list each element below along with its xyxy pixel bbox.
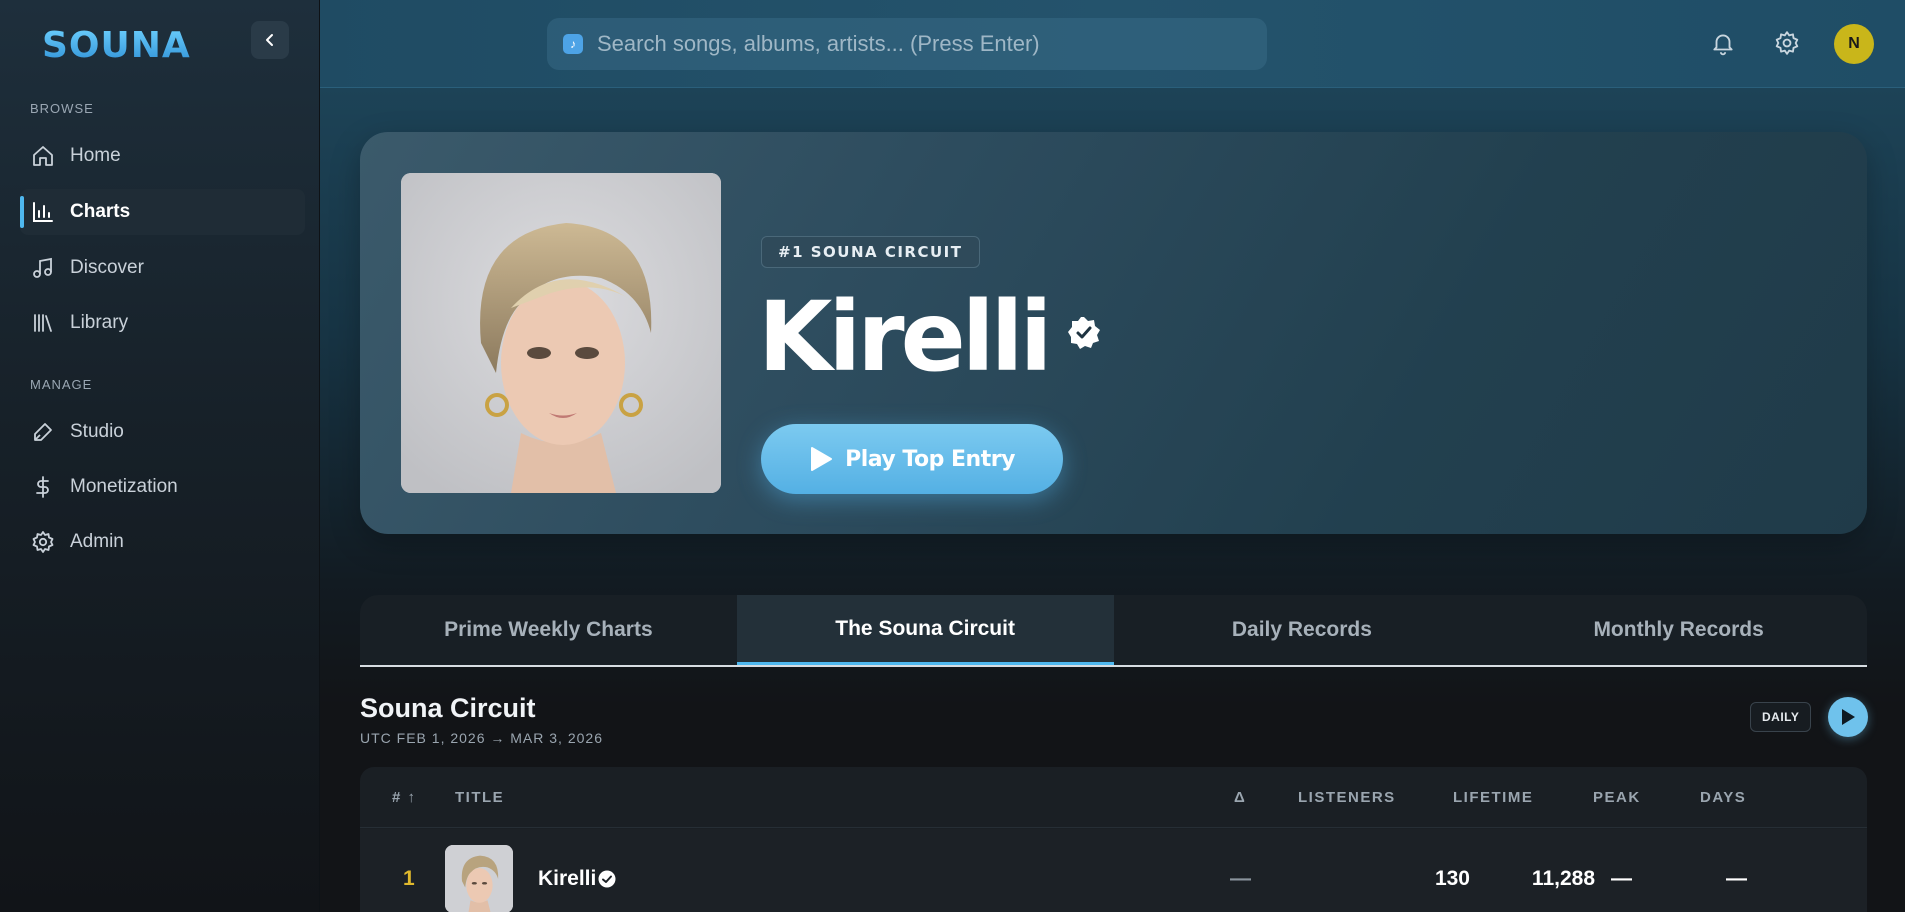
play-top-entry-label: Play Top Entry <box>845 446 1015 472</box>
sidebar-item-label: Studio <box>70 421 124 442</box>
chevron-left-icon <box>266 34 273 46</box>
period-toggle[interactable]: DAILY <box>1750 702 1812 732</box>
play-top-entry-button[interactable]: Play Top Entry <box>761 424 1063 494</box>
browse-section-label: BROWSE <box>30 101 94 116</box>
sidebar-item-library[interactable]: Library <box>20 300 305 346</box>
sidebar-item-admin[interactable]: Admin <box>20 519 305 565</box>
row-listeners: 130 <box>1434 867 1470 890</box>
row-peak: — <box>1611 867 1632 890</box>
top-bar: ♪ N <box>320 0 1905 88</box>
chart-rank-badge: #1 SOUNA CIRCUIT <box>761 236 980 268</box>
play-icon <box>1842 709 1855 725</box>
sidebar-item-label: Charts <box>70 201 131 222</box>
manage-section-label: MANAGE <box>30 377 93 392</box>
notifications-button[interactable] <box>1705 25 1741 61</box>
play-chart-button[interactable] <box>1828 697 1868 737</box>
verified-badge-icon <box>1066 315 1102 351</box>
row-lifetime: 11,288 <box>1531 867 1595 890</box>
tab-souna-circuit[interactable]: The Souna Circuit <box>736 595 1114 665</box>
table-row[interactable]: 1 Kirelli — 130 11,288 — — <box>360 829 1867 912</box>
tab-monthly-records[interactable]: Monthly Records <box>1490 595 1867 665</box>
search-input[interactable] <box>597 31 1237 57</box>
column-days: DAYS <box>1700 789 1747 806</box>
sidebar-item-studio[interactable]: Studio <box>20 409 305 455</box>
sidebar-item-label: Library <box>70 312 129 333</box>
verified-badge-icon <box>598 870 616 893</box>
sidebar-item-charts[interactable]: Charts <box>20 189 305 235</box>
artist-photo <box>401 173 721 493</box>
column-peak: PEAK <box>1593 789 1641 806</box>
sidebar-item-label: Discover <box>70 257 144 278</box>
section-title: Souna Circuit <box>360 693 536 723</box>
sidebar-item-discover[interactable]: Discover <box>20 245 305 291</box>
row-rank: 1 <box>403 867 415 890</box>
sidebar-item-monetization[interactable]: Monetization <box>20 464 305 510</box>
bar-chart-icon <box>30 199 56 225</box>
bell-icon <box>1713 34 1733 56</box>
pen-icon <box>30 419 56 445</box>
chart-table: # ↑ TITLE Δ LISTENERS LIFETIME PEAK DAYS… <box>360 767 1867 912</box>
date-range: UTC FEB 1, 2026 → MAR 3, 2026 <box>360 730 603 746</box>
tab-prime-weekly-charts[interactable]: Prime Weekly Charts <box>360 595 737 665</box>
home-icon <box>30 143 56 169</box>
music-search-icon: ♪ <box>563 34 583 54</box>
library-icon <box>30 310 56 336</box>
dollar-icon <box>30 474 56 500</box>
column-delta: Δ <box>1234 789 1247 806</box>
app-logo[interactable]: SOUNA <box>42 25 191 66</box>
gear-icon <box>30 529 56 555</box>
settings-button[interactable] <box>1769 25 1805 61</box>
gear-icon <box>1775 31 1799 55</box>
row-days: — <box>1726 867 1747 890</box>
table-header: # ↑ TITLE Δ LISTENERS LIFETIME PEAK DAYS <box>360 767 1867 828</box>
sidebar-item-label: Monetization <box>70 476 178 497</box>
search-bar[interactable]: ♪ <box>547 18 1267 70</box>
music-note-icon <box>30 255 56 281</box>
sidebar: SOUNA BROWSE Home Charts Discover Librar… <box>0 0 320 912</box>
column-lifetime: LIFETIME <box>1453 789 1534 806</box>
row-delta: — <box>1230 867 1251 890</box>
sidebar-item-label: Admin <box>70 531 124 552</box>
column-rank-sort[interactable]: # ↑ <box>392 789 417 806</box>
collapse-sidebar-button[interactable] <box>251 21 289 59</box>
play-icon <box>811 447 833 471</box>
track-artwork <box>445 845 513 912</box>
column-title: TITLE <box>455 789 505 806</box>
hero-card: #1 SOUNA CIRCUIT Kirelli Play Top Entry <box>360 132 1867 534</box>
tab-daily-records[interactable]: Daily Records <box>1114 595 1491 665</box>
sidebar-item-home[interactable]: Home <box>20 133 305 179</box>
row-title[interactable]: Kirelli <box>538 867 596 891</box>
artist-name: Kirelli <box>758 281 1052 393</box>
sidebar-item-label: Home <box>70 145 121 166</box>
avatar[interactable]: N <box>1834 24 1874 64</box>
chart-tabs: Prime Weekly Charts The Souna Circuit Da… <box>360 595 1867 667</box>
main-content: #1 SOUNA CIRCUIT Kirelli Play Top Entry … <box>320 88 1905 912</box>
column-listeners: LISTENERS <box>1298 789 1396 806</box>
